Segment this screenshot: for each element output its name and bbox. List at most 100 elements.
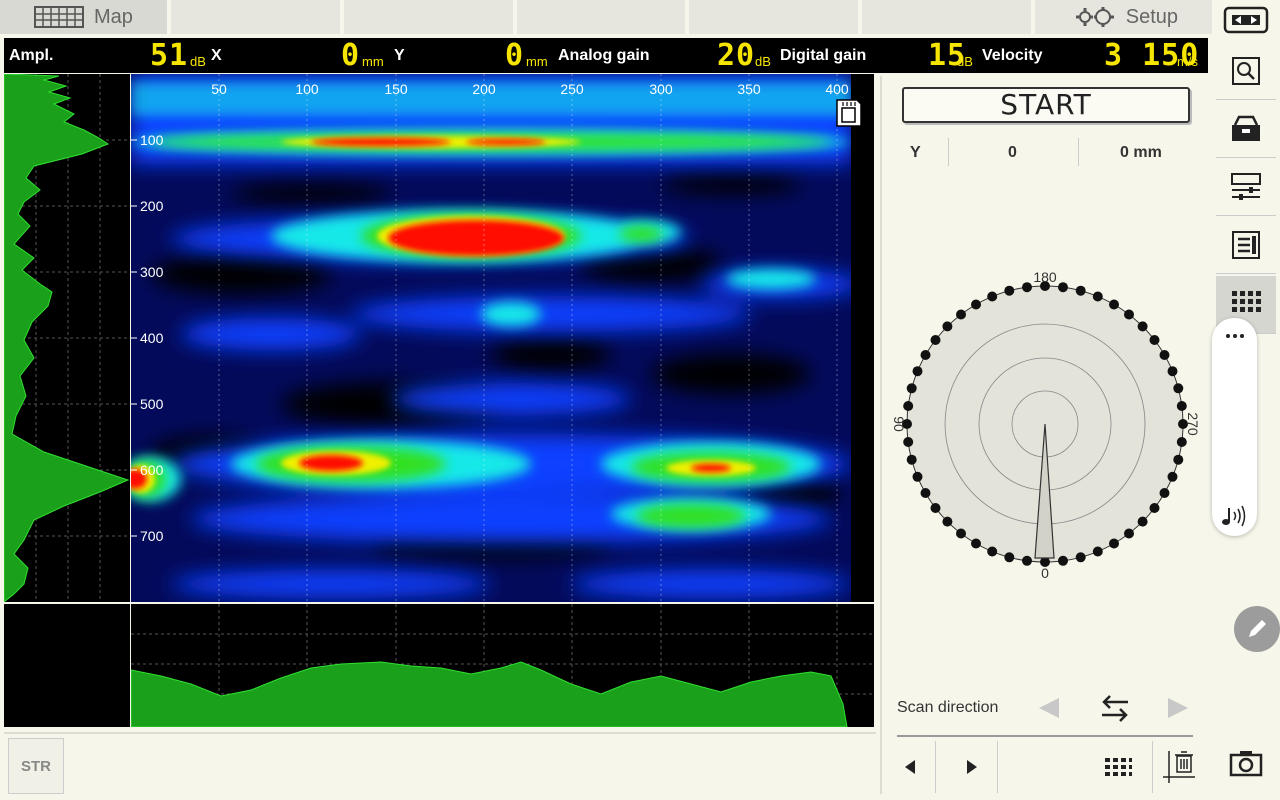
sidebar-database-button[interactable] — [1216, 100, 1276, 158]
tab-setup-label: Setup — [1125, 5, 1179, 28]
digital-gain-label: Digital gain — [780, 47, 867, 64]
dial-dot[interactable] — [920, 350, 931, 360]
dial-dot[interactable] — [1137, 516, 1148, 527]
tab-bar: Map Setup — [0, 0, 1213, 34]
x-tick-50: 50 — [211, 81, 227, 97]
dial-dot[interactable] — [920, 488, 931, 498]
dial-dot[interactable] — [1075, 552, 1086, 563]
dial-dot[interactable] — [1004, 552, 1015, 563]
tab-setup[interactable]: Setup — [1035, 0, 1213, 34]
tab-empty-5[interactable] — [862, 0, 1036, 34]
sidebar-settings-button[interactable] — [1216, 158, 1276, 216]
sidebar-zoom-button[interactable] — [1216, 42, 1276, 100]
dial-dot[interactable] — [942, 321, 953, 332]
swap-arrows-icon — [1223, 6, 1269, 34]
dial-dot[interactable] — [906, 454, 917, 465]
dial-dot[interactable] — [987, 291, 998, 302]
dial-dot[interactable] — [903, 437, 914, 447]
tab-empty-3[interactable] — [516, 0, 690, 34]
dial-dot[interactable] — [1173, 454, 1184, 465]
step-back-button[interactable] — [884, 741, 936, 793]
tab-map[interactable]: Map — [0, 0, 172, 34]
dial-dot[interactable] — [903, 401, 914, 411]
dial-dot[interactable] — [971, 299, 981, 310]
dial-dot[interactable] — [1167, 471, 1178, 482]
x-tick-400: 400 — [825, 81, 849, 97]
horizontal-profile-trace — [131, 661, 848, 727]
dial-dot[interactable] — [1022, 555, 1032, 566]
screenshot-button[interactable] — [1216, 734, 1276, 792]
cscan-image: 50 100 150 200 250 300 350 400 100 200 3… — [131, 74, 874, 602]
clear-map-button[interactable] — [1152, 741, 1204, 793]
dial-dot[interactable] — [1159, 350, 1170, 360]
dial-dot[interactable] — [1149, 335, 1160, 345]
vertical-profile-panel — [4, 74, 130, 602]
tab-empty-1[interactable] — [171, 0, 344, 34]
dial-dot[interactable] — [1109, 299, 1119, 310]
camera-icon — [1229, 751, 1263, 777]
direction-dial[interactable]: 180 0 90 270 — [882, 266, 1210, 596]
analog-gain-value: 20 — [717, 38, 756, 73]
dial-dot[interactable] — [1058, 282, 1068, 293]
more-dots-icon[interactable] — [1225, 332, 1245, 340]
cscan-map[interactable]: 50 100 150 200 250 300 350 400 100 200 3… — [131, 74, 874, 602]
dial-label-top: 180 — [1033, 269, 1057, 285]
dial-dot[interactable] — [1124, 528, 1134, 539]
step-forward-button[interactable] — [946, 741, 998, 793]
x-tick-100: 100 — [295, 81, 319, 97]
dial-dot[interactable] — [956, 309, 966, 320]
tab-empty-4[interactable] — [689, 0, 863, 34]
dial-dot[interactable] — [1092, 546, 1103, 557]
dial-dot[interactable] — [1124, 309, 1134, 320]
trash-axes-icon — [1162, 751, 1195, 783]
scan-left-arrow-icon[interactable] — [1037, 696, 1061, 720]
dial-dot[interactable] — [1004, 285, 1015, 296]
dial-dot[interactable] — [987, 546, 998, 557]
sidebar-list-button[interactable] — [1216, 216, 1276, 274]
dial-dot[interactable] — [912, 471, 923, 482]
dial-dot[interactable] — [1176, 401, 1187, 411]
dial-dot[interactable] — [1149, 503, 1160, 513]
floating-quick-panel — [1212, 318, 1257, 536]
grid-view-button[interactable] — [1094, 741, 1142, 793]
y-tick-200: 200 — [140, 198, 164, 214]
x-tick-250: 250 — [560, 81, 584, 97]
x-tick-300: 300 — [649, 81, 673, 97]
list-icon — [1232, 230, 1260, 259]
status-bar: Ampl. 51 dB X 0 mm Y 0 mm Analog gain 20… — [4, 38, 1208, 73]
dial-dot[interactable] — [1109, 538, 1119, 549]
scan-bidirectional-icon[interactable] — [1100, 694, 1130, 722]
dial-dot[interactable] — [1137, 321, 1148, 332]
mode-toggle-button[interactable] — [1216, 0, 1276, 40]
dial-dot[interactable] — [1159, 488, 1170, 498]
dial-label-right: 270 — [1185, 412, 1201, 436]
start-button[interactable]: START — [902, 87, 1190, 123]
dial-dot[interactable] — [1022, 282, 1032, 293]
dial-dot[interactable] — [930, 335, 941, 345]
dial-dot[interactable] — [1092, 291, 1103, 302]
scan-right-arrow-icon[interactable] — [1166, 696, 1190, 720]
dial-dot[interactable] — [1176, 437, 1187, 447]
str-button[interactable]: STR — [8, 738, 64, 794]
edit-fab-button[interactable] — [1234, 606, 1280, 652]
dial-dot[interactable] — [1075, 285, 1086, 296]
tab-map-label: Map — [94, 5, 133, 28]
dial-dot[interactable] — [930, 503, 941, 513]
pencil-icon — [1249, 620, 1266, 637]
dial-dot[interactable] — [1173, 383, 1184, 394]
dial-dot[interactable] — [971, 538, 981, 549]
dial-dot[interactable] — [1167, 366, 1178, 377]
dial-dot[interactable] — [906, 383, 917, 394]
y-unit: mm — [526, 54, 548, 69]
dial-dot[interactable] — [912, 366, 923, 377]
y-value: 0 — [505, 38, 525, 73]
tab-empty-2[interactable] — [343, 0, 517, 34]
dial-dot[interactable] — [942, 516, 953, 527]
velocity-label: Velocity — [982, 47, 1043, 64]
sound-icon[interactable] — [1220, 504, 1248, 528]
y-position-label: Y — [910, 144, 921, 161]
ampl-value: 51 — [150, 38, 189, 73]
horizontal-profile-plot — [131, 604, 874, 727]
dial-dot[interactable] — [1058, 555, 1068, 566]
dial-dot[interactable] — [956, 528, 966, 539]
